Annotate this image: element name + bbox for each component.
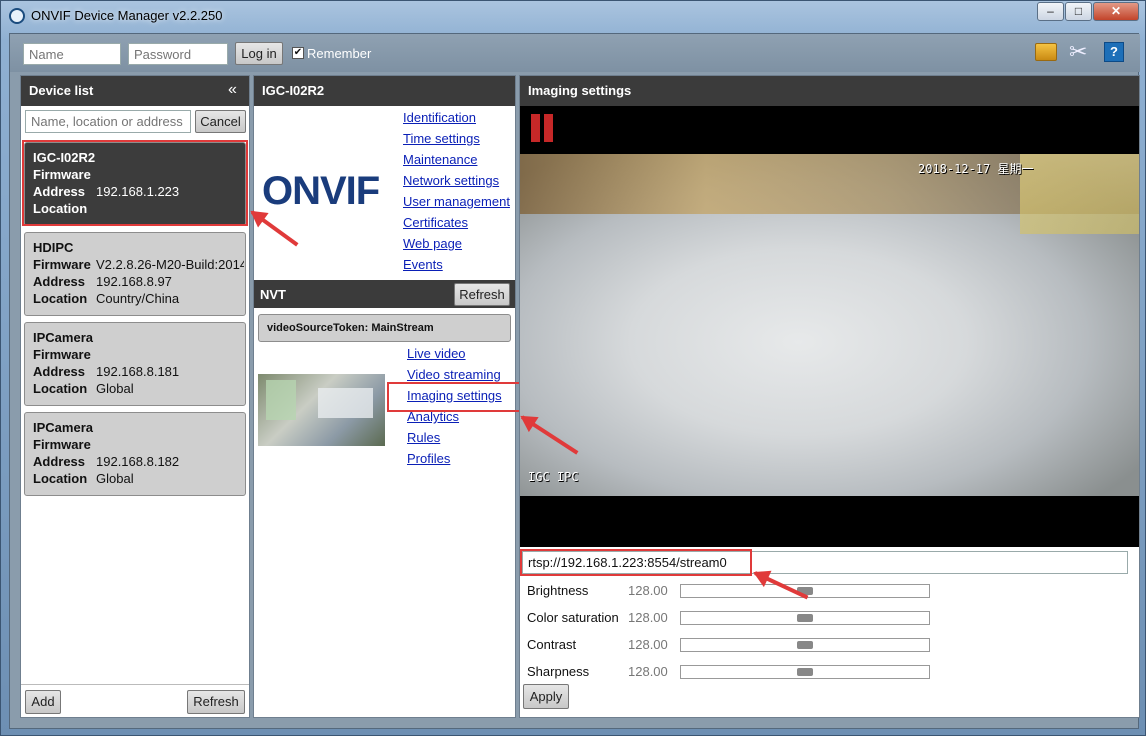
device-firmware-label: Firmware bbox=[33, 437, 91, 452]
device-address-value: 192.168.8.181 bbox=[96, 364, 180, 379]
pause-icon-bar-1[interactable] bbox=[531, 114, 540, 142]
device-link-events[interactable]: Events bbox=[403, 257, 443, 272]
device-link-user-management[interactable]: User management bbox=[403, 194, 510, 209]
imaging-title: Imaging settings bbox=[528, 83, 632, 98]
live-video-image: 2018-12-17 星期一 IGC IPC bbox=[520, 154, 1139, 496]
video-source-card[interactable]: videoSourceToken: MainStream bbox=[258, 314, 511, 342]
imaging-header: Imaging settings bbox=[520, 76, 1139, 106]
video-source-token: videoSourceToken: MainStream bbox=[267, 322, 434, 334]
setting-label: Sharpness bbox=[527, 664, 590, 679]
setting-label: Color saturation bbox=[527, 610, 619, 625]
device-search-input[interactable] bbox=[25, 110, 191, 133]
slider-knob[interactable] bbox=[797, 641, 813, 649]
client-area: Log in ✔ Remember ✂ ? Device list « Canc… bbox=[9, 33, 1140, 729]
device-link-web-page[interactable]: Web page bbox=[403, 236, 462, 251]
device-name: IPCamera bbox=[33, 420, 93, 435]
device-location-value: Global bbox=[96, 471, 134, 486]
remember-checkbox[interactable]: ✔ bbox=[292, 47, 304, 59]
slider-knob[interactable] bbox=[797, 614, 813, 622]
window-title: ONVIF Device Manager v2.2.250 bbox=[31, 8, 223, 23]
login-toolbar: Log in ✔ Remember ✂ ? bbox=[10, 34, 1140, 72]
help-icon[interactable]: ? bbox=[1104, 42, 1124, 62]
setting-slider[interactable] bbox=[680, 611, 930, 625]
setting-label: Contrast bbox=[527, 637, 577, 652]
source-link-video-streaming[interactable]: Video streaming bbox=[407, 367, 501, 382]
device-panel: IGC-I02R2 ONVIF Identification Time setti… bbox=[253, 75, 531, 718]
setting-value: 128.00 bbox=[628, 610, 668, 625]
device-link-certificates[interactable]: Certificates bbox=[403, 215, 468, 230]
device-firmware-label: Firmware bbox=[33, 257, 91, 272]
close-button[interactable]: ✕ bbox=[1093, 2, 1139, 21]
device-location-label: Location bbox=[33, 471, 88, 486]
device-card[interactable]: HDIPC Firmware V2.2.8.26-M20-Build:2014 Add… bbox=[24, 232, 246, 316]
osd-camera-name: IGC IPC bbox=[528, 470, 579, 484]
device-name: IPCamera bbox=[33, 330, 93, 345]
device-highlight-box bbox=[22, 140, 248, 226]
device-location-label: Location bbox=[33, 291, 88, 306]
device-address-value: 192.168.8.97 bbox=[96, 274, 172, 289]
collapse-icon[interactable]: « bbox=[228, 81, 237, 99]
device-panel-title: IGC-I02R2 bbox=[262, 83, 325, 98]
imaging-panel: Imaging settings 2018-12-17 星期一 IGC IPC … bbox=[519, 75, 1140, 718]
video-thumbnail[interactable] bbox=[258, 374, 385, 446]
refresh-devices-button[interactable]: Refresh bbox=[187, 690, 245, 714]
device-link-time-settings[interactable]: Time settings bbox=[403, 131, 480, 146]
apply-button[interactable]: Apply bbox=[523, 684, 569, 709]
setting-value: 128.00 bbox=[628, 664, 668, 679]
device-link-maintenance[interactable]: Maintenance bbox=[403, 152, 477, 167]
rtsp-highlight-box bbox=[520, 549, 752, 576]
device-location-value: Global bbox=[96, 381, 134, 396]
device-name: HDIPC bbox=[33, 240, 74, 255]
setting-slider[interactable] bbox=[680, 665, 930, 679]
device-address-label: Address bbox=[33, 274, 86, 289]
pause-icon-bar-2[interactable] bbox=[544, 114, 553, 142]
device-link-network-settings[interactable]: Network settings bbox=[403, 173, 499, 188]
nvt-refresh-button[interactable]: Refresh bbox=[454, 283, 510, 306]
onvif-logo: ONVIF bbox=[262, 169, 380, 213]
device-list-title: Device list bbox=[29, 83, 94, 98]
device-card[interactable]: IPCamera Firmware Address 192.168.8.181 Loca… bbox=[24, 322, 246, 406]
device-address-value: 192.168.8.182 bbox=[96, 454, 180, 469]
title-bar: ONVIF Device Manager v2.2.250 – □ ✕ bbox=[1, 1, 1146, 31]
setting-label: Brightness bbox=[527, 583, 589, 598]
device-location-label: Location bbox=[33, 381, 88, 396]
name-input[interactable] bbox=[23, 43, 121, 65]
password-input[interactable] bbox=[128, 43, 228, 65]
remember-label: Remember bbox=[307, 46, 372, 61]
source-link-live-video[interactable]: Live video bbox=[407, 346, 466, 361]
tools-icon[interactable]: ✂ bbox=[1069, 39, 1087, 65]
osd-timestamp: 2018-12-17 星期一 bbox=[918, 162, 1034, 176]
device-panel-header: IGC-I02R2 bbox=[254, 76, 515, 106]
device-link-identification[interactable]: Identification bbox=[403, 110, 476, 125]
device-firmware-label: Firmware bbox=[33, 347, 91, 362]
device-location-value: Country/China bbox=[96, 291, 180, 306]
app-icon bbox=[9, 8, 25, 24]
setting-slider[interactable] bbox=[680, 638, 930, 652]
device-address-label: Address bbox=[33, 454, 86, 469]
login-button[interactable]: Log in bbox=[235, 42, 283, 65]
imaging-highlight-box bbox=[387, 382, 531, 412]
device-list-header: Device list bbox=[21, 76, 249, 106]
app-window: ONVIF Device Manager v2.2.250 – □ ✕ Log … bbox=[0, 0, 1146, 736]
minimize-button[interactable]: – bbox=[1037, 2, 1064, 21]
device-firmware-value: V2.2.8.26-M20-Build:2014 bbox=[96, 257, 244, 272]
device-card[interactable]: IPCamera Firmware Address 192.168.8.182 Loca… bbox=[24, 412, 246, 496]
slider-knob[interactable] bbox=[797, 668, 813, 676]
add-device-button[interactable]: Add bbox=[25, 690, 61, 714]
device-address-label: Address bbox=[33, 364, 86, 379]
setting-value: 128.00 bbox=[628, 583, 668, 598]
setting-value: 128.00 bbox=[628, 637, 668, 652]
gold-debug-icon[interactable] bbox=[1035, 43, 1057, 61]
cancel-button[interactable]: Cancel bbox=[195, 110, 246, 133]
maximize-button[interactable]: □ bbox=[1065, 2, 1092, 21]
nvt-title: NVT bbox=[260, 287, 286, 302]
source-link-profiles[interactable]: Profiles bbox=[407, 451, 450, 466]
source-link-rules[interactable]: Rules bbox=[407, 430, 440, 445]
